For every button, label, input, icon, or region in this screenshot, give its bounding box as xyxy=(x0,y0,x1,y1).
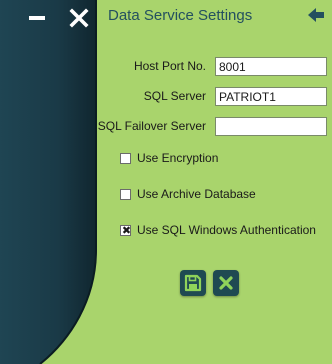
check-mark-icon: ✖ xyxy=(121,223,132,237)
sql-failover-field[interactable] xyxy=(215,117,327,136)
save-icon xyxy=(184,274,202,292)
cancel-icon xyxy=(219,276,233,290)
close-icon xyxy=(69,8,89,28)
use-archive-db-label: Use Archive Database xyxy=(137,187,256,201)
use-sql-windows-auth-option[interactable]: ✖ Use SQL Windows Authentication xyxy=(120,222,316,238)
use-encryption-checkbox[interactable] xyxy=(120,152,131,164)
back-button[interactable] xyxy=(307,7,325,23)
minimize-button[interactable] xyxy=(24,5,50,31)
settings-window: Data Service Settings Host Port No. 8001… xyxy=(0,0,332,364)
close-button[interactable] xyxy=(66,5,92,31)
host-port-field[interactable]: 8001 xyxy=(215,57,327,76)
window-title: Data Service Settings xyxy=(108,7,253,24)
host-port-label: Host Port No. xyxy=(133,59,206,73)
use-sql-windows-auth-checkbox[interactable]: ✖ xyxy=(120,223,132,237)
use-archive-db-option[interactable]: Use Archive Database xyxy=(120,186,256,202)
minimize-icon xyxy=(29,16,45,20)
cancel-button[interactable] xyxy=(213,270,239,296)
use-encryption-label: Use Encryption xyxy=(137,151,219,165)
save-button[interactable] xyxy=(180,270,206,296)
use-archive-db-checkbox[interactable] xyxy=(120,188,131,200)
sql-server-label: SQL Server xyxy=(143,89,206,103)
use-encryption-option[interactable]: Use Encryption xyxy=(120,150,218,166)
side-panel xyxy=(0,0,100,364)
back-arrow-icon xyxy=(308,8,324,22)
sql-failover-label: SQL Failover Server xyxy=(97,119,206,133)
sql-server-field[interactable]: PATRIOT1 xyxy=(215,87,327,106)
use-sql-windows-auth-label: Use SQL Windows Authentication xyxy=(137,223,316,237)
